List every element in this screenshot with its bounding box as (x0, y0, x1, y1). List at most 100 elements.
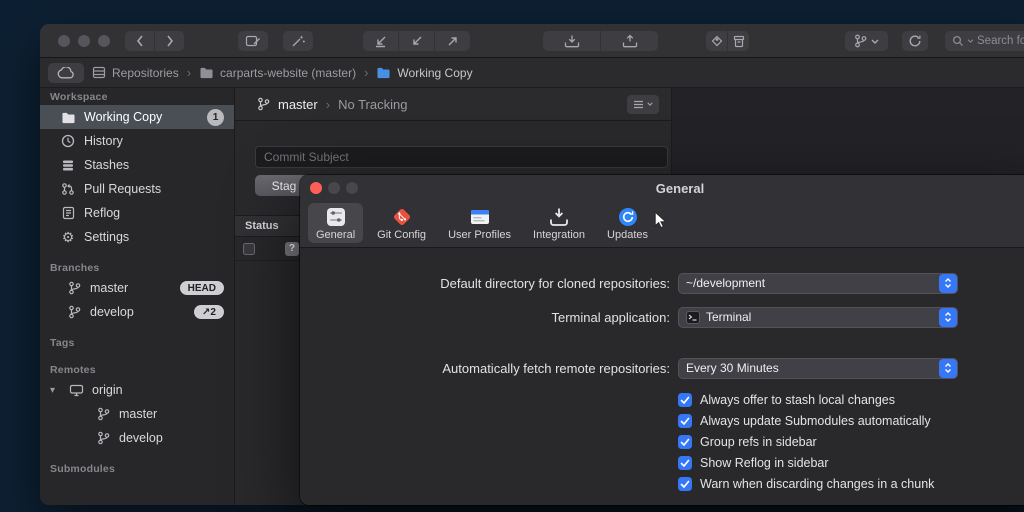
commit-subject-input[interactable] (255, 146, 668, 168)
sidebar-item-settings[interactable]: ⚙ Settings (40, 225, 234, 249)
sidebar-item-stashes[interactable]: Stashes (40, 153, 234, 177)
tab-label: Integration (533, 229, 585, 241)
head-badge: HEAD (180, 281, 224, 295)
terminal-app-dropdown[interactable]: Terminal (678, 307, 958, 328)
refresh-button[interactable] (902, 31, 928, 51)
tab-user-profiles[interactable]: User Profiles (440, 203, 519, 243)
pull-arrow-icon (374, 35, 388, 48)
back-button[interactable] (125, 31, 154, 51)
branch-bar: master › No Tracking (235, 88, 671, 121)
tab-updates[interactable]: Updates (599, 203, 656, 243)
terminal-icon (686, 311, 700, 324)
search-input[interactable]: Search fo (945, 31, 1024, 51)
close-window-button[interactable] (58, 35, 70, 47)
sidebar-item-history[interactable]: History (40, 129, 234, 153)
forward-button[interactable] (155, 31, 184, 51)
breadcrumb-repositories[interactable]: Repositories (92, 66, 179, 80)
search-placeholder: Search fo (977, 35, 1024, 47)
sidebar-branch-master[interactable]: master HEAD (40, 276, 234, 300)
sidebar-section-remotes: Remotes (40, 363, 234, 378)
tab-label: Git Config (377, 229, 426, 241)
integration-icon (548, 206, 570, 228)
sidebar-remote-branch-develop[interactable]: develop (40, 426, 234, 450)
breadcrumb-working-copy[interactable]: Working Copy (376, 66, 472, 80)
dialog-minimize-button[interactable] (328, 182, 340, 194)
checkbox-label: Always update Submodules automatically (700, 414, 931, 428)
dropdown-value: Terminal (706, 310, 751, 324)
auto-fetch-dropdown[interactable]: Every 30 Minutes (678, 358, 958, 379)
sidebar-item-pull-requests[interactable]: Pull Requests (40, 177, 234, 201)
folder-icon (60, 111, 76, 124)
zoom-window-button[interactable] (98, 35, 110, 47)
tab-integration[interactable]: Integration (525, 203, 593, 243)
sidebar-remote-branch-master[interactable]: master (40, 402, 234, 426)
clone-directory-dropdown[interactable]: ~/development (678, 273, 958, 294)
branch-menu-button[interactable] (845, 31, 888, 51)
checkbox-label: Group refs in sidebar (700, 435, 817, 449)
sidebar-item-label: Stashes (84, 158, 129, 172)
checkbox-checked-icon[interactable] (678, 414, 692, 428)
working-copy-count-badge: 1 (207, 109, 224, 126)
checkbox-row-update-submodules[interactable]: Always update Submodules automatically (678, 413, 1024, 429)
clone-directory-label: Default directory for cloned repositorie… (300, 276, 670, 291)
checkbox-row-group-refs[interactable]: Group refs in sidebar (678, 434, 1024, 450)
stash-button[interactable] (543, 31, 600, 51)
tab-label: Updates (607, 229, 648, 241)
checkbox-row-warn-discard[interactable]: Warn when discarding changes in a chunk (678, 476, 1024, 492)
remote-accounts-button[interactable] (48, 63, 84, 83)
user-profiles-icon (469, 206, 491, 228)
current-branch-label: master (278, 97, 318, 112)
pull-request-icon (60, 182, 76, 196)
git-branch-icon (854, 34, 867, 48)
mouse-cursor (653, 211, 669, 234)
repositories-icon (92, 66, 106, 79)
general-preferences-form: Default directory for cloned repositorie… (300, 248, 1024, 492)
fetch-button[interactable] (399, 31, 434, 51)
dialog-titlebar: General (300, 175, 1024, 201)
breadcrumb: Repositories › carparts-website (master)… (40, 58, 1024, 88)
checkbox-checked-icon[interactable] (678, 435, 692, 449)
file-checkbox[interactable] (243, 243, 255, 255)
list-view-icon (633, 100, 644, 109)
pull-button[interactable] (363, 31, 398, 51)
tab-git-config[interactable]: Git Config (369, 203, 434, 243)
general-prefs-icon (325, 206, 347, 228)
tag-button[interactable] (706, 31, 727, 51)
commit-button[interactable] (238, 31, 268, 51)
auto-stage-button[interactable] (283, 31, 313, 51)
unstash-box-icon (622, 34, 638, 48)
status-header-label: Status (245, 220, 279, 232)
checkbox-checked-icon[interactable] (678, 393, 692, 407)
magic-wand-icon (291, 34, 306, 48)
remote-icon (68, 384, 84, 397)
tab-label: User Profiles (448, 229, 511, 241)
view-options-button[interactable] (627, 95, 659, 114)
sidebar-item-reflog[interactable]: Reflog (40, 201, 234, 225)
sidebar-item-label: develop (90, 305, 134, 319)
checkbox-label: Warn when discarding changes in a chunk (700, 477, 934, 491)
breadcrumb-repo[interactable]: carparts-website (master) (199, 66, 356, 80)
git-branch-icon (257, 97, 270, 111)
sidebar-item-label: master (90, 281, 128, 295)
sidebar-section-submodules: Submodules (40, 462, 234, 477)
stash-box-icon (564, 34, 580, 48)
tab-general[interactable]: General (308, 203, 363, 243)
sidebar-branch-develop[interactable]: develop ↗2 (40, 300, 234, 324)
folder-blue-icon (376, 66, 391, 79)
checkbox-checked-icon[interactable] (678, 456, 692, 470)
minimize-window-button[interactable] (78, 35, 90, 47)
dialog-zoom-button[interactable] (346, 182, 358, 194)
dialog-close-button[interactable] (310, 182, 322, 194)
archive-button[interactable] (728, 31, 749, 51)
disclosure-triangle-icon[interactable]: ▾ (50, 385, 60, 396)
checkbox-row-stash-local[interactable]: Always offer to stash local changes (678, 392, 1024, 408)
checkbox-label: Always offer to stash local changes (700, 393, 895, 407)
sidebar-remote-origin[interactable]: ▾ origin (40, 378, 234, 402)
checkbox-checked-icon[interactable] (678, 477, 692, 491)
discard-button[interactable] (601, 31, 658, 51)
checkbox-row-show-reflog[interactable]: Show Reflog in sidebar (678, 455, 1024, 471)
search-scope-chevron-icon (967, 39, 974, 43)
push-button[interactable] (435, 31, 470, 51)
clock-icon (60, 134, 76, 148)
sidebar-item-working-copy[interactable]: Working Copy 1 (40, 105, 234, 129)
